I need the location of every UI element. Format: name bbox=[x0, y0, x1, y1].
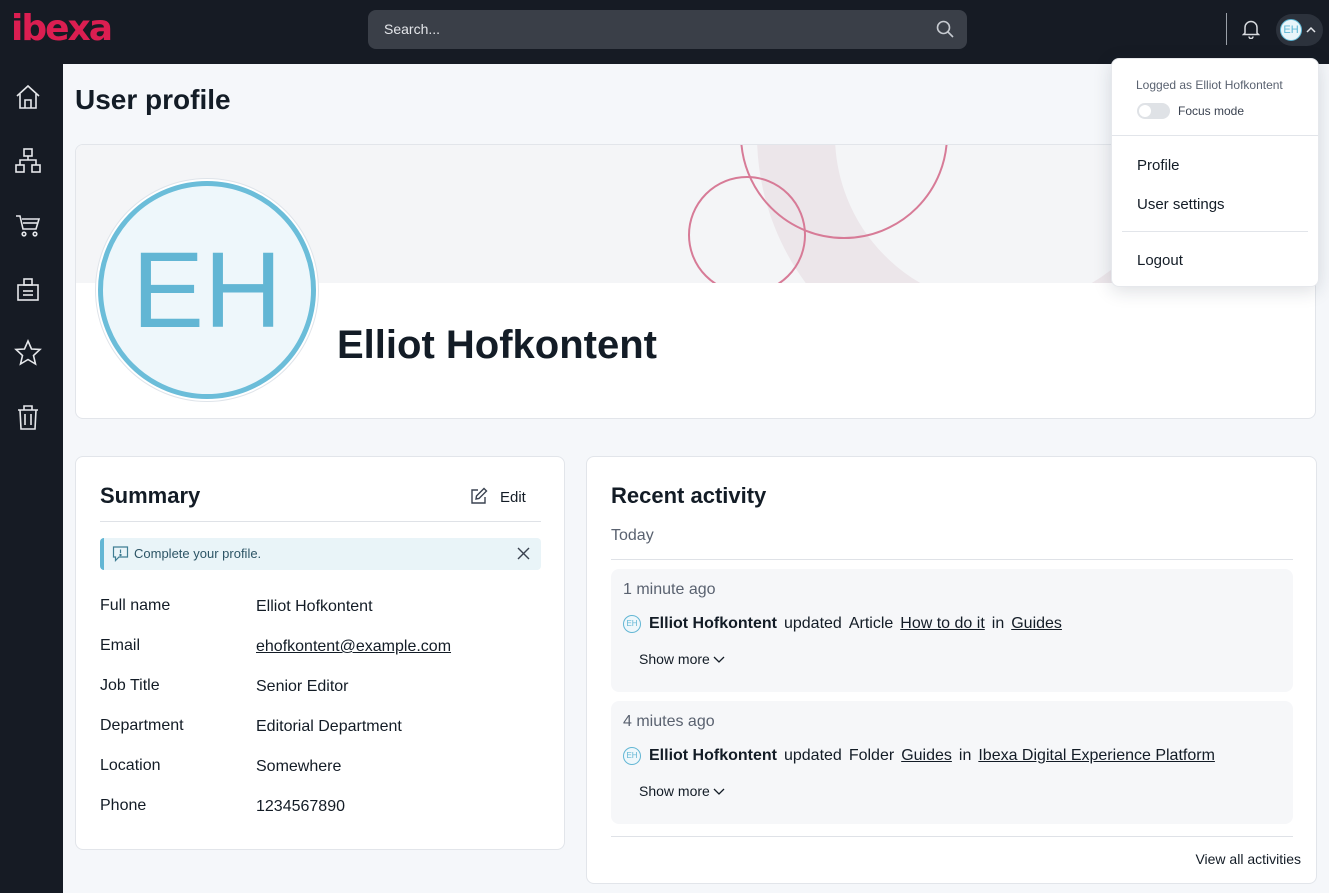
activity-target-link[interactable]: Guides bbox=[901, 747, 952, 765]
menu-item-user-settings[interactable]: User settings bbox=[1137, 196, 1225, 213]
activity-item: 4 miutes ago EH Elliot Hofkontent update… bbox=[611, 701, 1293, 824]
activity-item: 1 minute ago EH Elliot Hofkontent update… bbox=[611, 569, 1293, 692]
field-value-department: Editorial Department bbox=[256, 718, 402, 735]
activity-location-link[interactable]: Guides bbox=[1011, 615, 1062, 633]
content-tree-icon[interactable] bbox=[14, 147, 42, 175]
show-more-button[interactable]: Show more bbox=[639, 783, 725, 799]
field-value-full-name: Elliot Hofkontent bbox=[256, 598, 373, 615]
activity-description: EH Elliot Hofkontent updated Article How… bbox=[623, 615, 1069, 633]
field-value-job-title: Senior Editor bbox=[256, 678, 349, 695]
logged-as-label: Logged as Elliot Hofkontent bbox=[1136, 78, 1283, 92]
recent-activity-card: Recent activity Today 1 minute ago EH El… bbox=[586, 456, 1317, 884]
menu-item-logout[interactable]: Logout bbox=[1137, 252, 1183, 269]
page-title: User profile bbox=[75, 84, 231, 115]
activity-divider bbox=[611, 559, 1293, 560]
activity-target-link[interactable]: How to do it bbox=[900, 615, 984, 633]
user-menu-dropdown: Logged as Elliot Hofkontent Focus mode P… bbox=[1111, 58, 1319, 287]
activity-time: 1 minute ago bbox=[623, 581, 716, 598]
activity-time: 4 miutes ago bbox=[623, 713, 715, 730]
field-label-email: Email bbox=[100, 637, 141, 654]
field-label-job-title: Job Title bbox=[100, 677, 160, 694]
field-label-department: Department bbox=[100, 717, 184, 734]
focus-mode-toggle[interactable] bbox=[1137, 103, 1170, 119]
info-icon bbox=[112, 546, 129, 562]
profile-name: Elliot Hofkontent bbox=[337, 323, 657, 367]
activity-group-label: Today bbox=[611, 527, 654, 544]
close-icon[interactable] bbox=[516, 546, 531, 561]
user-menu-toggle[interactable]: EH bbox=[1276, 14, 1323, 46]
complete-profile-alert: Complete your profile. bbox=[100, 538, 541, 570]
activity-title: Recent activity bbox=[611, 483, 767, 508]
chevron-down-icon bbox=[713, 788, 725, 796]
view-all-activities-link[interactable]: View all activities bbox=[1195, 851, 1301, 867]
search-input[interactable]: Search... bbox=[384, 21, 440, 37]
field-label-full-name: Full name bbox=[100, 597, 171, 614]
field-value-phone: 1234567890 bbox=[256, 798, 345, 815]
topbar-divider bbox=[1226, 13, 1227, 45]
field-label-location: Location bbox=[100, 757, 161, 774]
home-icon[interactable] bbox=[14, 83, 42, 111]
notifications-bell-icon[interactable] bbox=[1242, 19, 1260, 39]
edit-icon bbox=[471, 487, 488, 504]
trash-icon[interactable] bbox=[14, 403, 42, 431]
activity-footer-divider bbox=[611, 836, 1293, 837]
field-value-location: Somewhere bbox=[256, 758, 342, 775]
ibexa-logo[interactable]: ibexa bbox=[11, 11, 113, 47]
summary-card: Summary Edit Complete your profile. Full… bbox=[75, 456, 565, 850]
activity-description: EH Elliot Hofkontent updated Folder Guid… bbox=[623, 747, 1222, 765]
focus-mode-label: Focus mode bbox=[1178, 104, 1245, 118]
menu-divider bbox=[1112, 135, 1318, 136]
show-more-button[interactable]: Show more bbox=[639, 651, 725, 667]
activity-location-link[interactable]: Ibexa Digital Experience Platform bbox=[978, 747, 1215, 765]
field-label-phone: Phone bbox=[100, 797, 147, 814]
search-icon[interactable] bbox=[935, 19, 955, 39]
menu-item-profile[interactable]: Profile bbox=[1137, 157, 1180, 174]
top-bar: ibexa Search... EH bbox=[0, 0, 1329, 64]
avatar: EH bbox=[623, 747, 641, 765]
search-bar[interactable]: Search... bbox=[368, 10, 967, 49]
catalog-icon[interactable] bbox=[14, 275, 42, 303]
star-icon[interactable] bbox=[14, 339, 42, 367]
summary-title: Summary bbox=[100, 483, 201, 508]
sidebar bbox=[0, 64, 63, 893]
avatar: EH bbox=[623, 615, 641, 633]
chevron-up-icon bbox=[1306, 26, 1316, 33]
activity-user: Elliot Hofkontent bbox=[649, 747, 777, 764]
email-link[interactable]: ehofkontent@example.com bbox=[256, 638, 451, 656]
activity-user: Elliot Hofkontent bbox=[649, 615, 777, 632]
summary-divider bbox=[100, 521, 541, 522]
cart-icon[interactable] bbox=[14, 211, 42, 239]
avatar: EH bbox=[1280, 19, 1302, 41]
menu-divider bbox=[1122, 231, 1308, 232]
edit-button[interactable]: Edit bbox=[470, 487, 530, 509]
profile-avatar: EH bbox=[98, 181, 316, 399]
chevron-down-icon bbox=[713, 656, 725, 664]
